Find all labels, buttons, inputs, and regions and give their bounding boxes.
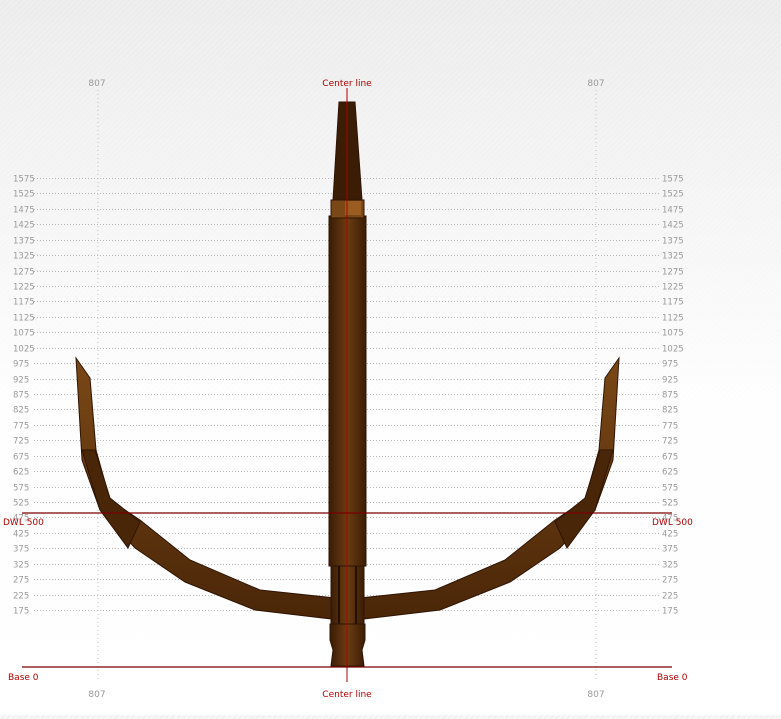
scale-tick-right: 375 — [662, 545, 678, 555]
scale-tick-right: 1075 — [662, 329, 684, 339]
left-fluke — [81, 449, 141, 549]
scale-tick-left: 1475 — [13, 206, 35, 216]
scale-tick-left: 675 — [13, 453, 29, 463]
scale-tick-right: 1575 — [662, 175, 684, 185]
scale-tick-right: 825 — [662, 406, 678, 416]
scale-tick-left: 1125 — [13, 314, 35, 324]
scale-tick-right: 1375 — [662, 237, 684, 247]
scale-tick-right: 425 — [662, 530, 678, 540]
right-arm — [354, 356, 620, 621]
scale-tick-right: 325 — [662, 561, 678, 571]
offset-label-top-left: 807 — [88, 79, 105, 89]
base-label-right: Base 0 — [657, 673, 688, 683]
scale-tick-right: 775 — [662, 422, 678, 432]
scale-tick-right: 1025 — [662, 345, 684, 355]
anchor-drawing: 1575 1575 1525 1525 1475 1475 1425 1425 1375 1375… — [3, 79, 693, 700]
scale-tick-right: 925 — [662, 376, 678, 386]
scale-tick-left: 1575 — [13, 175, 35, 185]
scale-tick-left: 1275 — [13, 268, 35, 278]
scale-tick-right: 1225 — [662, 283, 684, 293]
scale-tick-right: 875 — [662, 391, 678, 401]
scale-tick-left: 325 — [13, 561, 29, 571]
scale-tick-left: 525 — [13, 499, 29, 509]
scale-tick-left: 1325 — [13, 252, 35, 262]
scale-tick-left: 375 — [13, 545, 29, 555]
center-line-label-top: Center line — [322, 79, 372, 89]
scale-tick-right: 1325 — [662, 252, 684, 262]
scale-tick-left: 825 — [13, 406, 29, 416]
scale-tick-left: 275 — [13, 576, 29, 586]
scale-tick-left: 1175 — [13, 298, 35, 308]
dwl-label-left: DWL 500 — [3, 518, 44, 528]
scale-tick-right: 1425 — [662, 221, 684, 231]
scale-tick-right: 1275 — [662, 268, 684, 278]
scale-tick-left: 425 — [13, 530, 29, 540]
scale-tick-right: 1175 — [662, 298, 684, 308]
scale-tick-left: 625 — [13, 468, 29, 478]
left-arm — [75, 356, 341, 621]
scale-tick-left: 1425 — [13, 221, 35, 231]
scale-tick-right: 1525 — [662, 190, 684, 200]
scale-tick-right: 225 — [662, 592, 678, 602]
scale-tick-left: 1225 — [13, 283, 35, 293]
center-line-label-bottom: Center line — [322, 690, 372, 700]
scale-tick-left: 925 — [13, 376, 29, 386]
dwl-label-right: DWL 500 — [652, 518, 693, 528]
scale-tick-left: 1025 — [13, 345, 35, 355]
scale-tick-left: 1375 — [13, 237, 35, 247]
scale-tick-right: 275 — [662, 576, 678, 586]
scale-tick-left: 775 — [13, 422, 29, 432]
scale-tick-right: 1125 — [662, 314, 684, 324]
scale-tick-left: 1525 — [13, 190, 35, 200]
scale-tick-left: 875 — [13, 391, 29, 401]
scale-tick-left: 1075 — [13, 329, 35, 339]
scale-tick-left: 225 — [13, 592, 29, 602]
scale-tick-right: 175 — [662, 607, 678, 617]
offset-label-top-right: 807 — [587, 79, 604, 89]
scale-tick-left: 175 — [13, 607, 29, 617]
scale-tick-right: 675 — [662, 453, 678, 463]
scale-tick-right: 625 — [662, 468, 678, 478]
scale-tick-right: 525 — [662, 499, 678, 509]
base-label-left: Base 0 — [8, 673, 39, 683]
offset-label-bottom-left: 807 — [88, 690, 105, 700]
scale-tick-right: 975 — [662, 360, 678, 370]
offset-label-bottom-right: 807 — [587, 690, 604, 700]
scale-tick-left: 725 — [13, 437, 29, 447]
scale-tick-right: 575 — [662, 484, 678, 494]
scale-tick-left: 575 — [13, 484, 29, 494]
scale-tick-right: 1475 — [662, 206, 684, 216]
scale-tick-left: 975 — [13, 360, 29, 370]
scale-tick-right: 725 — [662, 437, 678, 447]
drawing-canvas: 1575 1575 1525 1525 1475 1475 1425 1425 1375 1375… — [0, 0, 781, 715]
